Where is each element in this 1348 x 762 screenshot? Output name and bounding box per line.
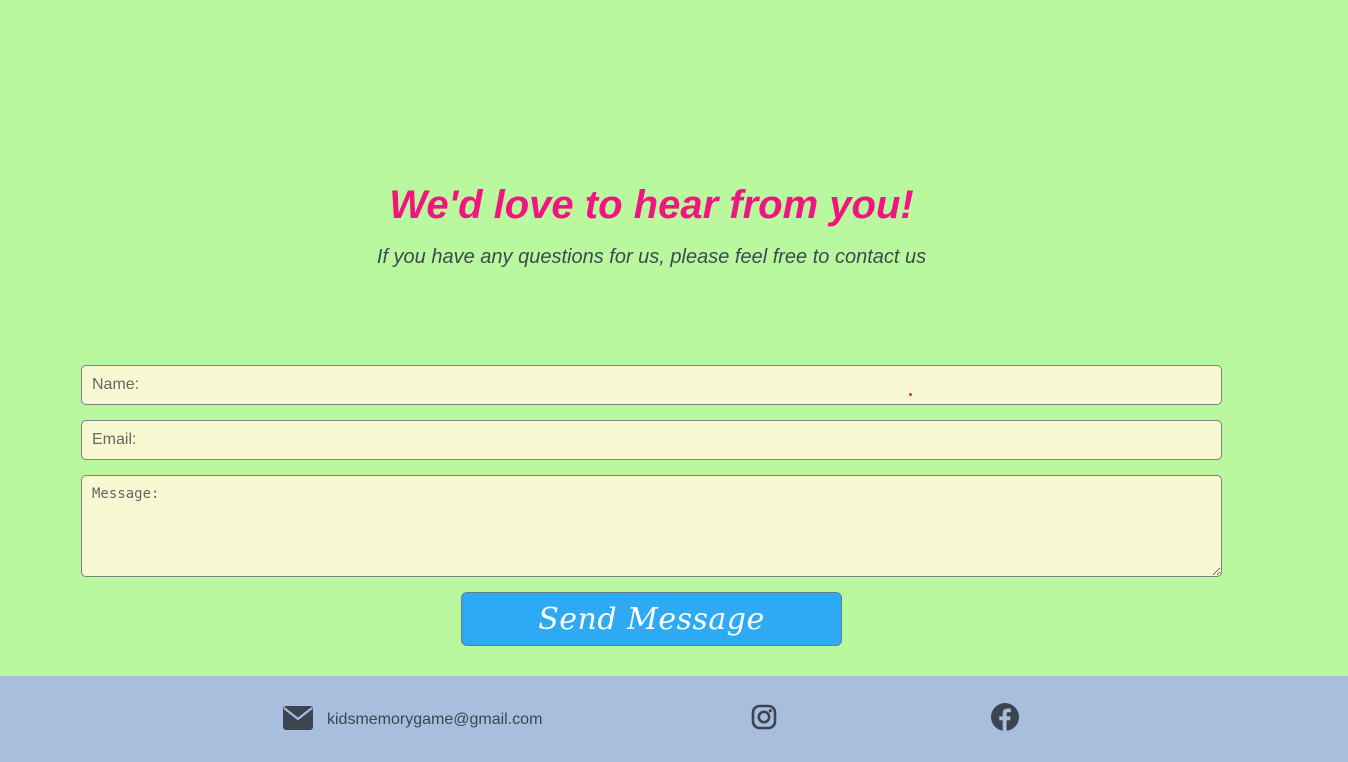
envelope-icon: [283, 706, 313, 730]
instagram-icon[interactable]: [751, 704, 777, 735]
send-message-button[interactable]: Send Message: [461, 592, 842, 646]
message-textarea[interactable]: [81, 475, 1222, 577]
name-input[interactable]: [81, 365, 1222, 405]
page-subtitle: If you have any questions for us, please…: [376, 246, 927, 268]
footer-email-link[interactable]: kidsmemorygame@gmail.com: [283, 706, 542, 730]
email-input[interactable]: [81, 420, 1222, 460]
footer-email-text[interactable]: kidsmemorygame@gmail.com: [327, 707, 542, 729]
facebook-icon[interactable]: [991, 703, 1019, 736]
page-title: We'd love to hear from you!: [389, 183, 914, 227]
footer: kidsmemorygame@gmail.com: [0, 676, 1348, 762]
contact-section: We'd love to hear from you! If you have …: [0, 0, 1348, 676]
cursor-dot: [909, 393, 912, 396]
